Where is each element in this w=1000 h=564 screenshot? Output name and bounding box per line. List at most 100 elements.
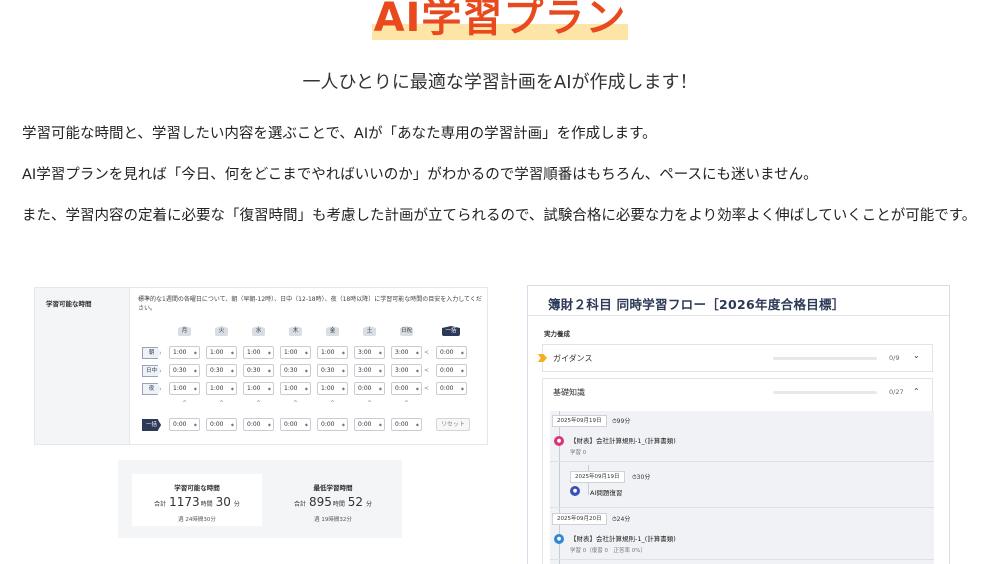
accordion-count: 0/27 <box>889 388 904 396</box>
section-label: 実力養成 <box>544 330 570 338</box>
chevron-left-icon: < <box>424 367 430 374</box>
bulk-column-select[interactable]: 0:00 <box>280 418 311 431</box>
summary-panel: 学習可能な時間 合計 1173時間 30 分 週 24時間30分 最低学習時間 … <box>118 460 402 538</box>
available-time-card: 学習可能な時間 合計 1173時間 30 分 週 24時間30分 <box>132 474 262 526</box>
chevron-up-icon: ^ <box>256 400 262 407</box>
time-select[interactable]: 3:00 <box>391 364 422 377</box>
reset-button[interactable]: リセット <box>436 418 470 431</box>
item-title[interactable]: AI問題復習 <box>590 487 622 497</box>
item-date: 2025年09月20日 <box>552 513 607 525</box>
bulk-column-select[interactable]: 0:00 <box>169 418 200 431</box>
time-select[interactable]: 1:00 <box>317 346 348 359</box>
book-icon: ● <box>554 436 564 446</box>
bulk-row-select[interactable]: 0:00 <box>436 364 467 377</box>
chevron-up-icon: ^ <box>219 400 225 407</box>
time-select[interactable]: 1:00 <box>206 382 237 395</box>
bulk-row-select[interactable]: 0:00 <box>436 346 467 359</box>
time-select[interactable]: 1:00 <box>169 346 200 359</box>
minimum-time-title: 最低学習時間 <box>313 484 353 492</box>
day-header: 水 <box>252 326 265 336</box>
row-label: 日中 <box>142 365 161 377</box>
time-select[interactable]: 1:00 <box>280 382 311 395</box>
available-time-weekly: 週 24時間30分 <box>178 517 216 523</box>
time-select[interactable]: 1:00 <box>280 346 311 359</box>
available-time-total: 合計 1173時間 30 分 <box>154 495 240 509</box>
time-select[interactable]: 1:00 <box>317 382 348 395</box>
accordion-label: 基礎知識 <box>553 388 585 397</box>
item-duration: ⏱30分 <box>632 474 651 481</box>
bulk-row-label: 一括 <box>142 419 161 431</box>
item-duration: ⏱24分 <box>612 516 631 523</box>
hero-title: AI学習プラン <box>371 0 629 41</box>
schedule-main: 標準的な1週間の各曜日について、朝（早朝-12時）、日中（12-18時）、夜（1… <box>129 288 487 444</box>
flag-icon <box>538 354 547 362</box>
study-flow-title: 簿財２科目 同時学習フロー［2026年度合格目標］ <box>548 297 845 312</box>
document-icon: ● <box>554 534 564 544</box>
chevron-left-icon: < <box>424 385 430 392</box>
day-header: 土 <box>363 326 376 336</box>
ai-review-icon: ● <box>570 486 580 496</box>
day-header: 金 <box>326 326 339 336</box>
minimum-time-weekly: 週 19時間32分 <box>314 517 352 523</box>
time-select[interactable]: 0:30 <box>169 364 200 377</box>
chevron-up-icon: ^ <box>367 400 373 407</box>
page: AI学習プラン 一人ひとりに最適な学習計画をAIが作成します！ 学習可能な時間と… <box>0 0 1000 564</box>
chevron-up-icon: ^ <box>182 400 188 407</box>
intro-paragraph-3: また、学習内容の定着に必要な「復習時間」も考慮した計画が立てられるので、試験合格… <box>22 208 977 224</box>
item-title[interactable]: 【財表】会社計算規則-1_(計算書類) <box>570 533 676 543</box>
chevron-down-icon[interactable]: ⌄ <box>913 351 920 360</box>
chevron-up-icon: ^ <box>293 400 299 407</box>
bulk-header: 一括 <box>442 326 460 336</box>
time-select[interactable]: 0:00 <box>391 382 422 395</box>
day-header: 火 <box>215 326 228 336</box>
study-flow-panel: 簿財２科目 同時学習フロー［2026年度合格目標］ 実力養成 ガイダンス 0/9… <box>527 285 950 564</box>
time-select[interactable]: 3:00 <box>354 364 385 377</box>
day-header: 月 <box>178 326 191 336</box>
bulk-column-select[interactable]: 0:00 <box>391 418 422 431</box>
time-select[interactable]: 0:30 <box>243 364 274 377</box>
timeline: 2025年09月19日 ⏱99分 ● 【財表】会社計算規則-1_(計算書類) 学… <box>550 411 934 564</box>
time-select[interactable]: 0:00 <box>354 382 385 395</box>
accordion-count: 0/9 <box>889 354 900 362</box>
time-select[interactable]: 1:00 <box>206 346 237 359</box>
time-select[interactable]: 0:30 <box>280 364 311 377</box>
item-sub: 学習 0（復習 0 正答率 0%） <box>570 548 646 554</box>
schedule-description: 標準的な1週間の各曜日について、朝（早朝-12時）、日中（12-18時）、夜（1… <box>138 296 482 312</box>
intro-paragraph-2: AI学習プランを見れば「今日、何をどこまでやればいいのか」がわかるので学習順番は… <box>22 167 818 183</box>
day-header: 木 <box>289 326 302 336</box>
progress-bar <box>773 391 877 394</box>
time-select[interactable]: 1:00 <box>169 382 200 395</box>
bulk-column-select[interactable]: 0:00 <box>354 418 385 431</box>
hero-subtitle: 一人ひとりに最適な学習計画をAIが作成します！ <box>302 72 698 93</box>
intro-paragraph-1: 学習可能な時間と、学習したい内容を選ぶことで、AIが「あなた専用の学習計画」を作… <box>22 126 657 142</box>
schedule-panel: 学習可能な時間 標準的な1週間の各曜日について、朝（早朝-12時）、日中（12-… <box>34 287 488 445</box>
available-time-title: 学習可能な時間 <box>174 484 220 492</box>
chevron-up-icon[interactable]: ⌃ <box>913 387 920 396</box>
chevron-left-icon: < <box>424 349 430 356</box>
bulk-column-select[interactable]: 0:00 <box>317 418 348 431</box>
minimum-time-card: 最低学習時間 合計 895時間 52 分 週 19時間32分 <box>268 474 398 526</box>
chevron-up-icon: ^ <box>404 400 410 407</box>
day-header: 日祝 <box>400 326 413 336</box>
time-select[interactable]: 1:00 <box>243 346 274 359</box>
item-date: 2025年09月19日 <box>552 415 607 427</box>
time-select[interactable]: 3:00 <box>354 346 385 359</box>
chevron-up-icon: ^ <box>330 400 336 407</box>
schedule-side-label: 学習可能な時間 <box>46 300 92 308</box>
hero: AI学習プラン <box>0 0 1000 42</box>
accordion-guidance[interactable]: ガイダンス 0/9 ⌄ <box>538 344 933 372</box>
item-duration: ⏱99分 <box>612 418 631 425</box>
item-date: 2025年09月19日 <box>570 471 625 483</box>
item-title[interactable]: 【財表】会社計算規則-1_(計算書類) <box>570 435 676 445</box>
time-select[interactable]: 3:00 <box>391 346 422 359</box>
accordion-label: ガイダンス <box>553 354 593 363</box>
bulk-column-select[interactable]: 0:00 <box>206 418 237 431</box>
time-select[interactable]: 0:30 <box>317 364 348 377</box>
row-label: 朝 <box>142 347 161 359</box>
item-sub: 学習 0 <box>570 450 587 456</box>
time-select[interactable]: 1:00 <box>243 382 274 395</box>
schedule-side: 学習可能な時間 <box>35 288 129 444</box>
bulk-row-select[interactable]: 0:00 <box>436 382 467 395</box>
bulk-column-select[interactable]: 0:00 <box>243 418 274 431</box>
time-select[interactable]: 0:30 <box>206 364 237 377</box>
